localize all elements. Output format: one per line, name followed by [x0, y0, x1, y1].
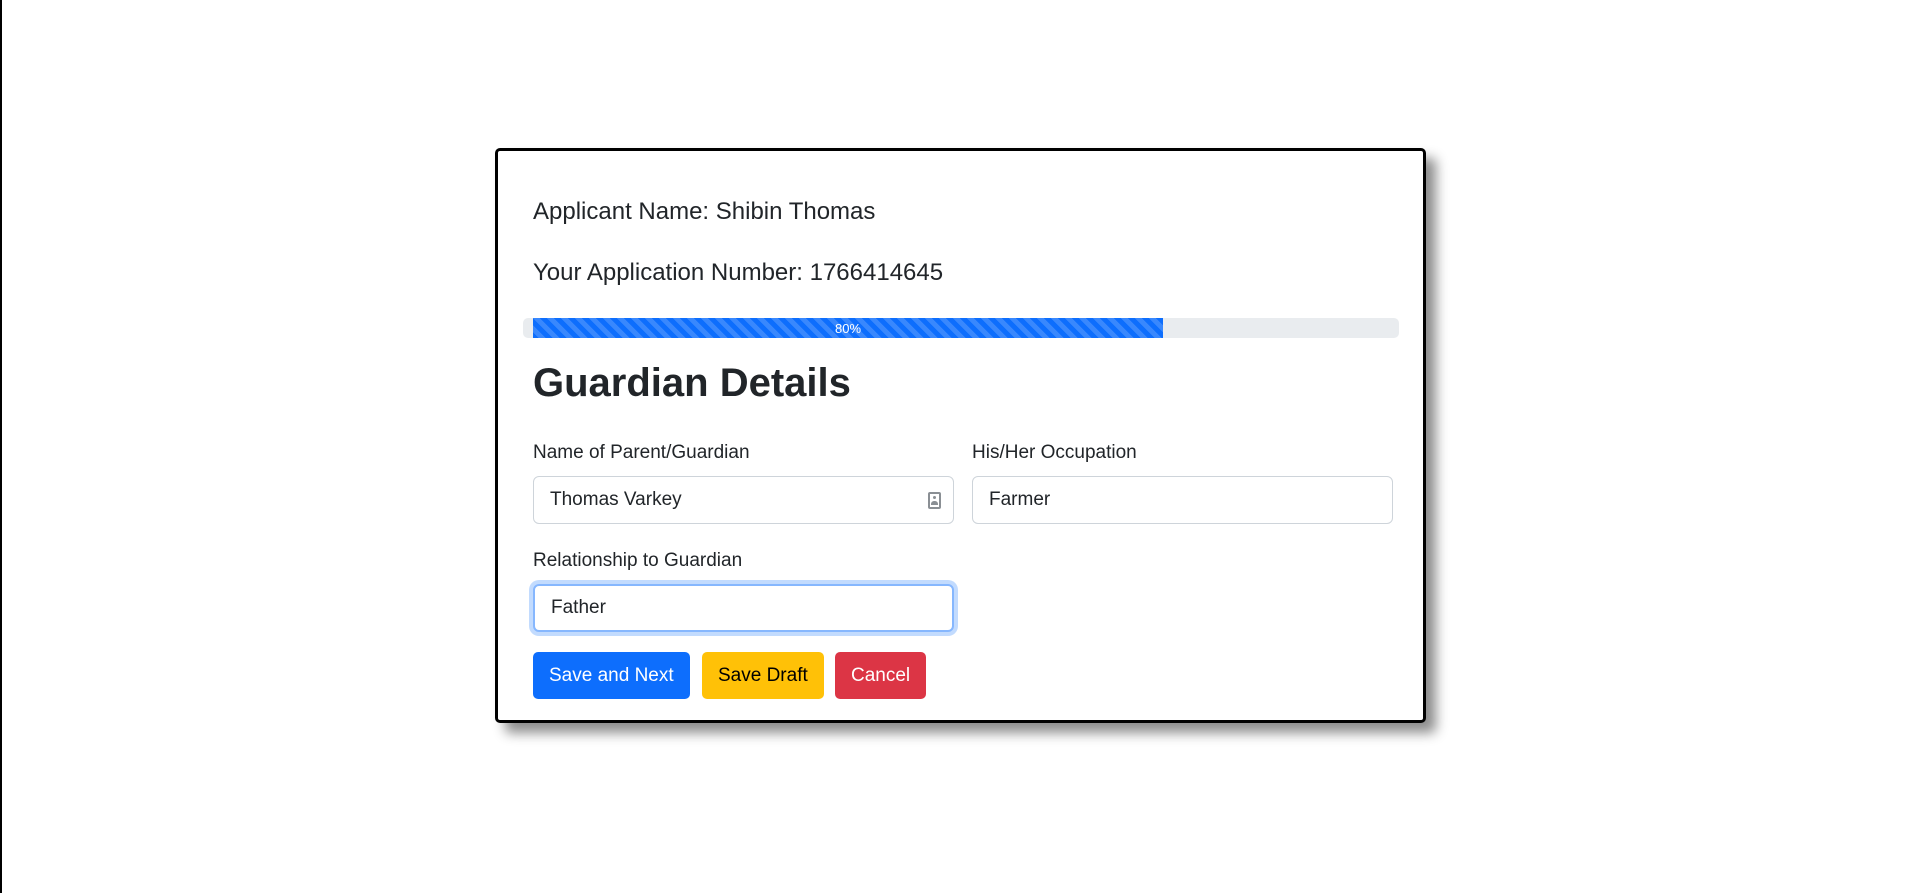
relationship-input[interactable] — [533, 584, 954, 632]
application-number: Your Application Number: 1766414645 — [533, 259, 944, 286]
guardian-name-input[interactable] — [533, 476, 954, 524]
save-and-next-button[interactable]: Save and Next — [533, 652, 690, 699]
applicant-name: Applicant Name: Shibin Thomas — [533, 198, 876, 225]
occupation-input[interactable] — [972, 476, 1393, 524]
application-card: Applicant Name: Shibin Thomas Your Appli… — [495, 148, 1426, 723]
occupation-label: His/Her Occupation — [972, 442, 1137, 463]
contact-card-icon[interactable] — [928, 492, 941, 509]
relationship-label: Relationship to Guardian — [533, 550, 743, 571]
progress-bar: 80% — [533, 318, 1163, 338]
section-title: Guardian Details — [533, 361, 851, 405]
save-draft-button[interactable]: Save Draft — [702, 652, 824, 699]
progress-label: 80% — [834, 320, 862, 336]
cancel-button[interactable]: Cancel — [835, 652, 927, 699]
guardian-name-label: Name of Parent/Guardian — [533, 442, 750, 463]
progress-track: 80% — [523, 318, 1399, 338]
